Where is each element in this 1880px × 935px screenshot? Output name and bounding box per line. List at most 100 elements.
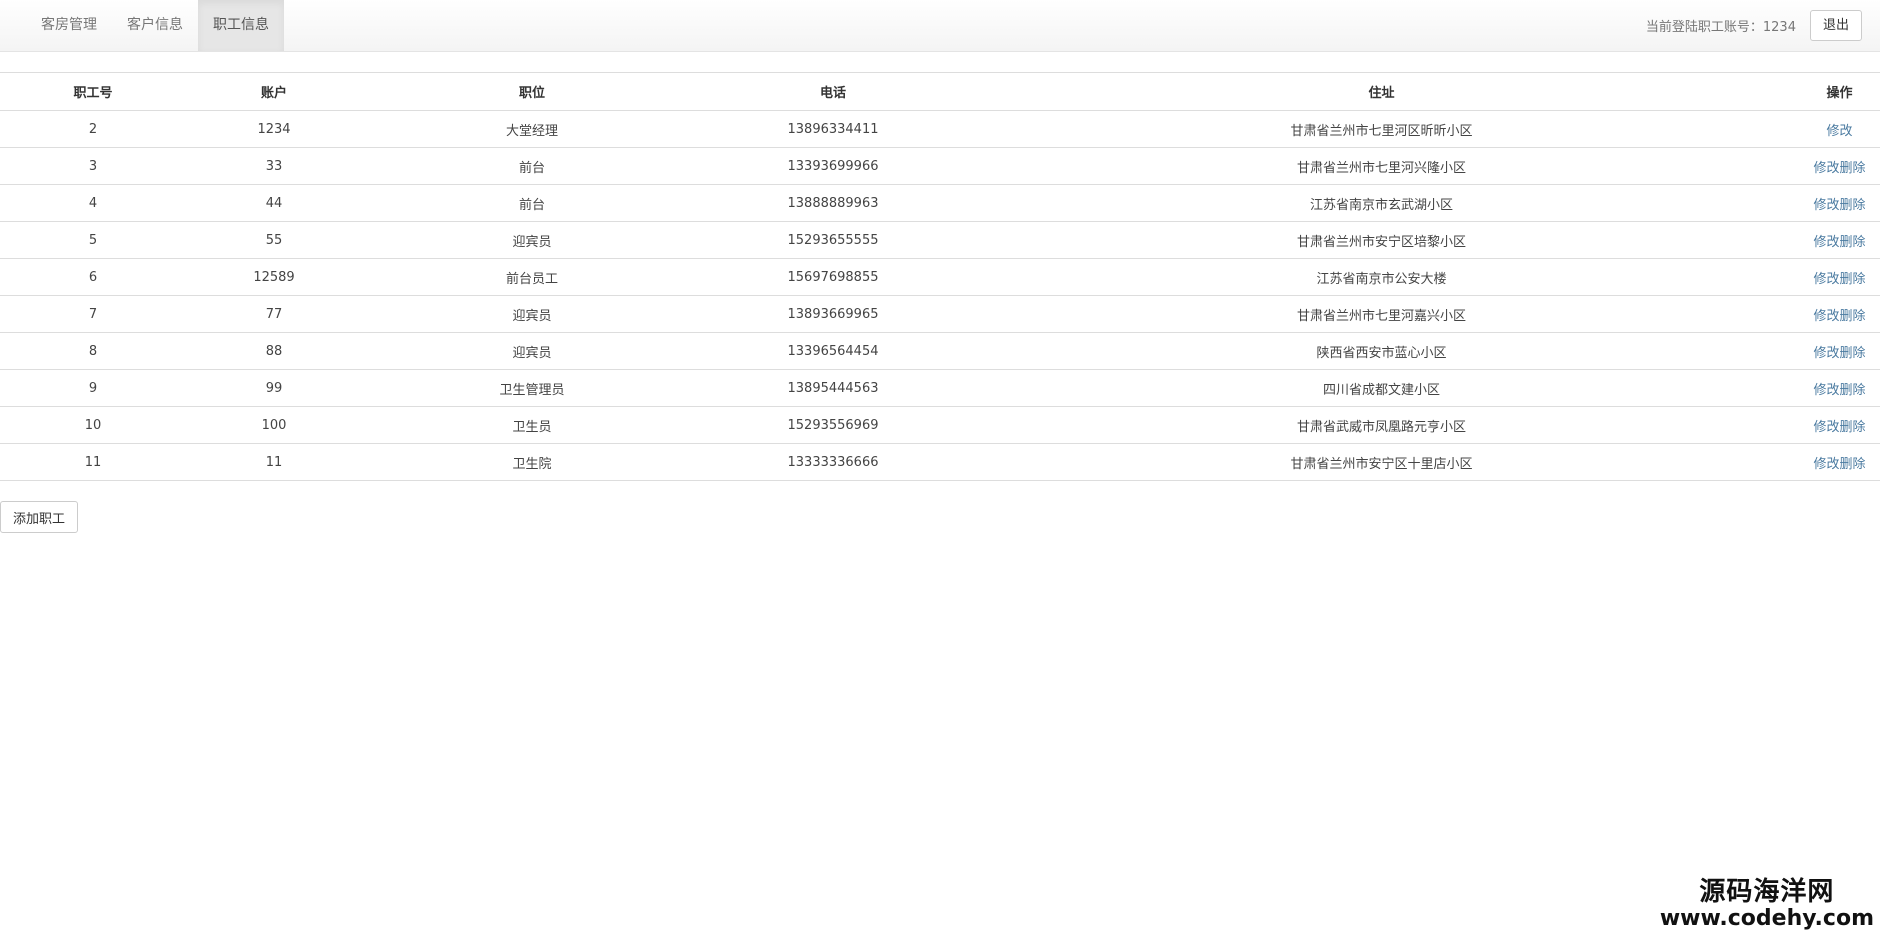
cell-staff-id: 6: [0, 258, 186, 296]
table-row: 7 77 迎宾员 13893669965 甘肃省兰州市七里河嘉兴小区 修改删除: [0, 295, 1880, 333]
cell-position: 前台: [362, 184, 702, 222]
cell-position: 卫生院: [362, 443, 702, 481]
cell-position: 迎宾员: [362, 221, 702, 259]
cell-actions: 修改删除: [1799, 184, 1880, 222]
cell-address: 陕西省西安市蓝心小区: [964, 332, 1799, 370]
cell-phone: 15293655555: [702, 221, 964, 259]
tab-staff-info[interactable]: 职工信息: [198, 0, 284, 51]
cell-account: 88: [186, 332, 362, 370]
cell-account: 55: [186, 221, 362, 259]
edit-link[interactable]: 修改: [1813, 272, 1839, 287]
cell-position: 迎宾员: [362, 295, 702, 333]
delete-link[interactable]: 删除: [1840, 346, 1866, 361]
table-row: 5 55 迎宾员 15293655555 甘肃省兰州市安宁区培黎小区 修改删除: [0, 221, 1880, 259]
cell-phone: 13895444563: [702, 369, 964, 407]
login-info: 当前登陆职工账号：1234: [1646, 16, 1796, 35]
cell-staff-id: 7: [0, 295, 186, 333]
header-position: 职位: [362, 72, 702, 111]
logout-button[interactable]: 退出: [1809, 10, 1862, 41]
cell-phone: 13333336666: [702, 443, 964, 481]
cell-account: 1234: [186, 110, 362, 148]
delete-link[interactable]: 删除: [1840, 309, 1866, 324]
cell-staff-id: 9: [0, 369, 186, 407]
cell-actions: 修改删除: [1799, 221, 1880, 259]
cell-account: 12589: [186, 258, 362, 296]
cell-actions: 修改删除: [1799, 369, 1880, 407]
cell-account: 77: [186, 295, 362, 333]
delete-link[interactable]: 删除: [1840, 161, 1866, 176]
edit-link[interactable]: 修改: [1813, 383, 1839, 398]
edit-link[interactable]: 修改: [1813, 235, 1839, 250]
cell-phone: 13393699966: [702, 147, 964, 185]
cell-position: 大堂经理: [362, 110, 702, 148]
delete-link[interactable]: 删除: [1840, 272, 1866, 287]
table-row: 11 11 卫生院 13333336666 甘肃省兰州市安宁区十里店小区 修改删除: [0, 443, 1880, 481]
header-phone: 电话: [702, 72, 964, 111]
cell-account: 99: [186, 369, 362, 407]
header-staff-id: 职工号: [0, 72, 186, 111]
cell-phone: 13896334411: [702, 110, 964, 148]
cell-address: 甘肃省兰州市七里河兴隆小区: [964, 147, 1799, 185]
cell-account: 11: [186, 443, 362, 481]
table-row: 2 1234 大堂经理 13896334411 甘肃省兰州市七里河区昕昕小区 修改: [0, 110, 1880, 148]
cell-position: 前台员工: [362, 258, 702, 296]
delete-link[interactable]: 删除: [1840, 198, 1866, 213]
cell-actions: 修改删除: [1799, 295, 1880, 333]
cell-phone: 13888889963: [702, 184, 964, 222]
table-row: 6 12589 前台员工 15697698855 江苏省南京市公安大楼 修改删除: [0, 258, 1880, 296]
add-staff-button[interactable]: 添加职工: [0, 501, 79, 533]
cell-account: 33: [186, 147, 362, 185]
delete-link[interactable]: 删除: [1840, 235, 1866, 250]
delete-link[interactable]: 删除: [1840, 457, 1866, 472]
cell-actions: 修改删除: [1799, 147, 1880, 185]
cell-phone: 13396564454: [702, 332, 964, 370]
edit-link[interactable]: 修改: [1813, 161, 1839, 176]
cell-position: 卫生员: [362, 406, 702, 444]
tab-room-management[interactable]: 客房管理: [26, 0, 112, 51]
cell-address: 甘肃省兰州市安宁区培黎小区: [964, 221, 1799, 259]
cell-actions: 修改: [1799, 110, 1880, 148]
login-label: 当前登陆职工账号：: [1645, 20, 1763, 35]
cell-staff-id: 8: [0, 332, 186, 370]
staff-table-body: 2 1234 大堂经理 13896334411 甘肃省兰州市七里河区昕昕小区 修改 3 33 前…: [0, 110, 1880, 481]
cell-address: 甘肃省兰州市七里河嘉兴小区: [964, 295, 1799, 333]
edit-link[interactable]: 修改: [1813, 198, 1839, 213]
header-actions: 操作: [1799, 72, 1880, 111]
cell-position: 前台: [362, 147, 702, 185]
header-address: 住址: [964, 72, 1799, 111]
cell-staff-id: 3: [0, 147, 186, 185]
watermark-url: www.codehy.com: [1659, 906, 1874, 931]
edit-link[interactable]: 修改: [1813, 457, 1839, 472]
cell-phone: 15293556969: [702, 406, 964, 444]
table-row: 9 99 卫生管理员 13895444563 四川省成都文建小区 修改删除: [0, 369, 1880, 407]
table-row: 8 88 迎宾员 13396564454 陕西省西安市蓝心小区 修改删除: [0, 332, 1880, 370]
table-row: 10 100 卫生员 15293556969 甘肃省武威市凤凰路元亨小区 修改删除: [0, 406, 1880, 444]
cell-address: 甘肃省兰州市七里河区昕昕小区: [964, 110, 1799, 148]
edit-link[interactable]: 修改: [1826, 124, 1852, 139]
cell-actions: 修改删除: [1799, 443, 1880, 481]
tab-customer-info[interactable]: 客户信息: [112, 0, 198, 51]
edit-link[interactable]: 修改: [1813, 309, 1839, 324]
header-account: 账户: [186, 72, 362, 111]
staff-table: 职工号 账户 职位 电话 住址 操作 2 1234 大堂经理 13896334411 甘…: [0, 72, 1880, 481]
cell-actions: 修改删除: [1799, 258, 1880, 296]
cell-phone: 13893669965: [702, 295, 964, 333]
watermark: 源码海洋网 www.codehy.com: [1660, 877, 1874, 931]
delete-link[interactable]: 删除: [1840, 420, 1866, 435]
cell-actions: 修改删除: [1799, 332, 1880, 370]
cell-address: 江苏省南京市公安大楼: [964, 258, 1799, 296]
cell-staff-id: 4: [0, 184, 186, 222]
cell-phone: 15697698855: [702, 258, 964, 296]
table-row: 4 44 前台 13888889963 江苏省南京市玄武湖小区 修改删除: [0, 184, 1880, 222]
cell-staff-id: 10: [0, 406, 186, 444]
table-row: 3 33 前台 13393699966 甘肃省兰州市七里河兴隆小区 修改删除: [0, 147, 1880, 185]
delete-link[interactable]: 删除: [1840, 383, 1866, 398]
cell-account: 44: [186, 184, 362, 222]
edit-link[interactable]: 修改: [1813, 420, 1839, 435]
cell-address: 江苏省南京市玄武湖小区: [964, 184, 1799, 222]
cell-staff-id: 5: [0, 221, 186, 259]
table-header-row: 职工号 账户 职位 电话 住址 操作: [0, 72, 1880, 111]
watermark-title: 源码海洋网: [1699, 877, 1835, 907]
cell-staff-id: 11: [0, 443, 186, 481]
edit-link[interactable]: 修改: [1813, 346, 1839, 361]
